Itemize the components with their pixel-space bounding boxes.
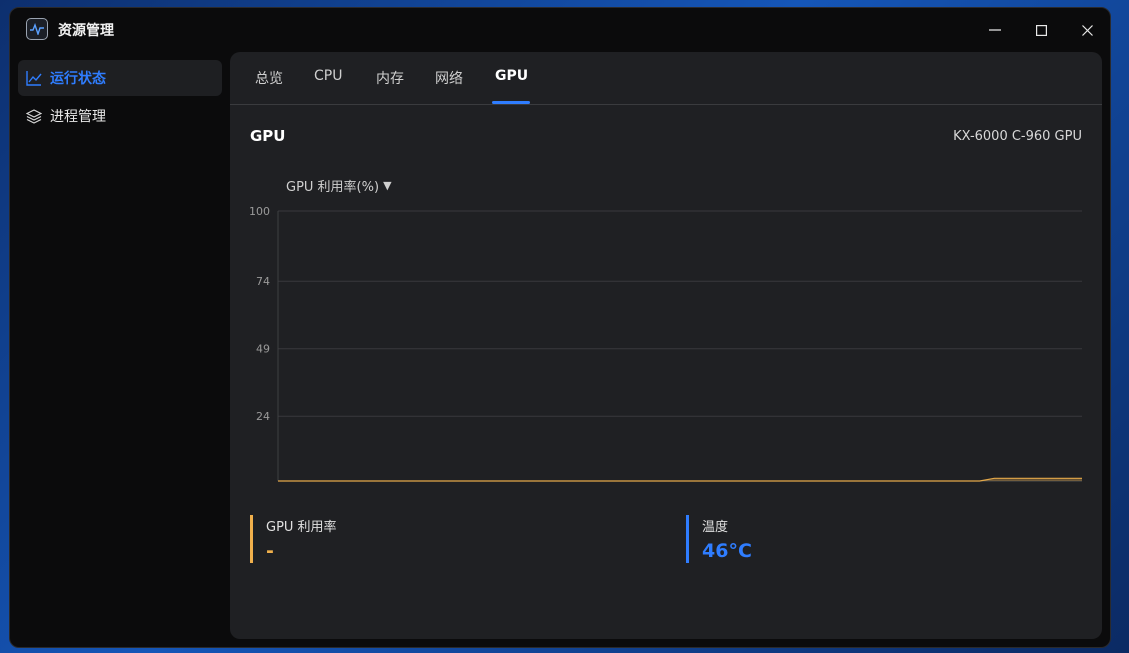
stat-label: 温度 — [702, 520, 729, 535]
sidebar-item-label: 运行状态 — [50, 71, 106, 87]
tab-overview[interactable]: 总览 — [255, 68, 283, 88]
maximize-icon — [1035, 24, 1047, 36]
tab-network[interactable]: 网络 — [435, 68, 463, 88]
minimize-button[interactable] — [980, 16, 1010, 44]
active-tab-indicator — [492, 101, 530, 104]
sidebar-item-status[interactable]: 运行状态 — [18, 60, 222, 96]
tab-gpu[interactable]: GPU — [495, 68, 528, 84]
app-window: 资源管理 运行状态 进程管理 总览 CPU 内存 网络 GPU GPU KX-6… — [9, 7, 1111, 648]
title-bar: 资源管理 — [10, 8, 1110, 52]
stat-value: 46°C — [702, 540, 752, 562]
tab-memory[interactable]: 内存 — [376, 68, 404, 88]
y-tick-label: 74 — [256, 275, 270, 288]
y-tick-label: 24 — [256, 410, 270, 423]
metric-selector-label: GPU 利用率(%) — [286, 180, 380, 195]
series-line — [278, 477, 1082, 482]
close-button[interactable] — [1072, 16, 1102, 44]
sidebar-item-label: 进程管理 — [50, 109, 106, 125]
stat-value: - — [266, 540, 274, 562]
sidebar: 运行状态 进程管理 — [18, 60, 222, 136]
stat-gpu-usage: GPU 利用率 - — [250, 515, 337, 563]
stat-temperature: 温度 46°C — [686, 515, 752, 563]
tab-cpu[interactable]: CPU — [314, 68, 342, 84]
stat-label: GPU 利用率 — [266, 520, 337, 535]
maximize-button[interactable] — [1026, 16, 1056, 44]
pulse-icon — [26, 18, 48, 40]
section-title: GPU — [250, 127, 286, 145]
gpu-usage-chart: 100 74 49 24 — [249, 205, 1082, 482]
app-title: 资源管理 — [58, 23, 114, 39]
sidebar-item-processes[interactable]: 进程管理 — [18, 98, 222, 134]
metric-selector[interactable]: GPU 利用率(%) ▼ — [286, 176, 392, 195]
y-tick-label: 49 — [256, 343, 270, 356]
main-panel: 总览 CPU 内存 网络 GPU GPU KX-6000 C-960 GPU G… — [230, 52, 1102, 639]
tab-bar: 总览 CPU 内存 网络 GPU — [230, 52, 1102, 105]
close-icon — [1081, 24, 1093, 36]
line-chart-icon — [26, 70, 42, 86]
layers-icon — [26, 108, 42, 124]
y-tick-label: 100 — [249, 205, 270, 218]
gpu-device-name: KX-6000 C-960 GPU — [953, 129, 1082, 144]
caret-down-icon: ▼ — [383, 179, 392, 192]
minimize-icon — [989, 29, 1001, 31]
